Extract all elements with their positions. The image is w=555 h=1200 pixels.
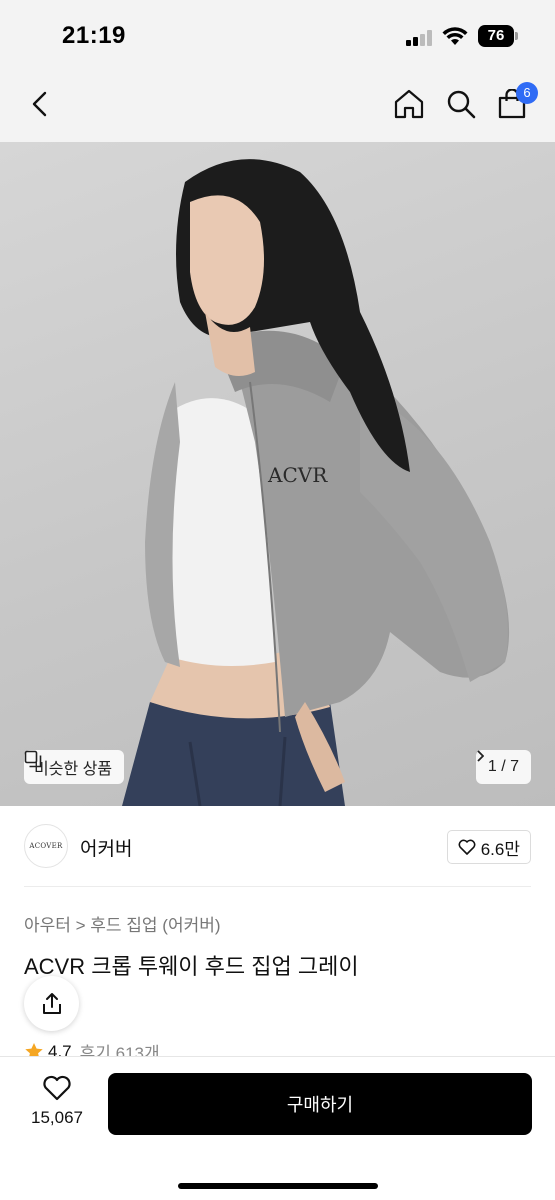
share-icon	[42, 992, 61, 1014]
product-title: ACVR 크롭 투웨이 후드 집업 그레이	[24, 954, 359, 979]
model-photo: ACVR	[122, 159, 510, 806]
home-icon[interactable]	[391, 86, 427, 122]
wishlist-count: 15,067	[31, 1108, 83, 1127]
wifi-icon	[442, 26, 468, 46]
brand-logo-text: ACOVER	[29, 842, 63, 850]
back-icon[interactable]	[22, 86, 58, 122]
stack-icon	[24, 750, 42, 768]
cart-icon[interactable]: 6	[494, 82, 538, 122]
category-breadcrumb[interactable]: 아우터 > 후드 집업 (어커버)	[24, 911, 221, 936]
cart-count-badge: 6	[516, 82, 538, 104]
wishlist-button[interactable]: 15,067	[24, 1075, 90, 1128]
product-image[interactable]: ACVR 비슷한 상품 1 / 7	[0, 142, 555, 806]
image-page-indicator[interactable]: 1 / 7	[475, 750, 531, 784]
home-indicator	[178, 1183, 378, 1189]
heart-outline-icon	[43, 1075, 71, 1101]
battery-icon: 76	[478, 25, 518, 47]
share-button[interactable]	[24, 976, 79, 1031]
brand-row: ACOVER 어커버 6.6만	[0, 806, 555, 886]
bottom-action-bar: 15,067 구매하기	[0, 1056, 555, 1200]
similar-products-label: 비슷한 상품	[34, 761, 113, 778]
brand-name[interactable]: 어커버	[80, 834, 132, 861]
similar-products-button[interactable]: 비슷한 상품	[24, 750, 125, 784]
brand-like-button[interactable]: 6.6만	[446, 830, 531, 864]
status-bar: 21:19 76	[0, 0, 555, 70]
heart-icon	[458, 839, 476, 855]
image-page-count: 1 / 7	[487, 758, 519, 775]
buy-button[interactable]: 구매하기	[108, 1073, 532, 1135]
search-icon[interactable]	[443, 86, 479, 122]
brand-logo[interactable]: ACOVER	[24, 824, 68, 868]
top-nav-bar: 6	[0, 70, 555, 142]
battery-level: 76	[478, 25, 514, 47]
hoodie-print-text: ACVR	[267, 463, 328, 487]
signal-icon	[406, 30, 434, 46]
chevron-right-icon	[477, 750, 484, 762]
divider	[24, 886, 531, 887]
status-time: 21:19	[62, 22, 126, 49]
brand-like-count: 6.6만	[480, 839, 520, 859]
